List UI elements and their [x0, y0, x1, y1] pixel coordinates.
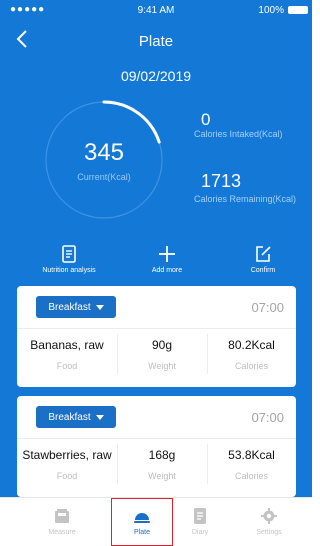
caret-down-icon	[95, 304, 104, 310]
food-calories: 80.2Kcal	[228, 338, 275, 352]
nutrition-analysis-label: Nutrition analysis	[42, 267, 96, 274]
food-weight: 90g	[151, 338, 173, 352]
meal-time[interactable]: 07:00	[251, 300, 284, 315]
date-display[interactable]: 09/02/2019	[0, 68, 312, 84]
calories-column: 80.2Kcal Calories	[207, 338, 296, 371]
confirm-label: Confirm	[250, 267, 276, 274]
tab-settings-label: Settings	[256, 529, 282, 536]
meal-type-dropdown[interactable]: Breakfast	[36, 406, 116, 428]
calories-remaining-label: Calories Remaining(Kcal)	[194, 194, 297, 204]
food-weight: 168g	[148, 448, 176, 462]
edit-icon	[256, 246, 271, 262]
food-calories: 53.8Kcal	[228, 448, 275, 462]
current-calories-label: Current(Kcal)	[77, 172, 131, 182]
tab-measure[interactable]: Measure	[31, 498, 93, 546]
meal-card[interactable]: Breakfast 07:00 Stawberries, raw Food 16…	[17, 396, 296, 497]
diary-icon	[194, 508, 206, 524]
food-column: Stawberries, raw Food	[17, 448, 117, 481]
meal-card[interactable]: Breakfast 07:00 Bananas, raw Food 90g We…	[17, 286, 296, 387]
add-more-label: Add more	[151, 267, 183, 274]
plus-icon	[159, 246, 175, 262]
meal-type-label: Breakfast	[48, 301, 91, 313]
document-icon	[62, 245, 76, 263]
nutrition-analysis-button[interactable]: Nutrition analysis	[24, 244, 114, 274]
tab-bar: Measure Plate Diary Settings	[0, 497, 312, 546]
caret-down-icon	[95, 414, 104, 420]
meal-time[interactable]: 07:00	[251, 410, 284, 425]
weight-label: Weight	[148, 471, 176, 481]
gear-icon	[261, 508, 277, 524]
food-column: Bananas, raw Food	[17, 338, 117, 371]
tab-measure-label: Measure	[48, 529, 76, 536]
weight-column: 168g Weight	[117, 448, 207, 481]
calories-intaked-value: 0	[201, 110, 211, 129]
divider	[17, 438, 296, 439]
plate-screen: ●●●●● 9:41 AM 100% Plate 09/02/2019 345 …	[0, 0, 312, 546]
scale-icon	[55, 509, 69, 523]
tab-diary[interactable]: Diary	[169, 498, 231, 546]
calories-remaining-value: 1713	[201, 171, 242, 191]
food-name: Bananas, raw	[30, 338, 104, 352]
battery-percent: 100%	[258, 5, 284, 16]
status-bar: ●●●●● 9:41 AM 100%	[0, 0, 312, 22]
calories-label: Calories	[234, 361, 268, 371]
tab-plate-label: Plate	[134, 529, 150, 536]
food-label: Food	[56, 471, 78, 481]
tab-diary-label: Diary	[191, 529, 209, 536]
add-more-button[interactable]: Add more	[122, 244, 212, 274]
divider	[17, 328, 296, 329]
weight-label: Weight	[148, 361, 176, 371]
battery-icon	[288, 6, 308, 14]
food-label: Food	[56, 361, 78, 371]
calories-column: 53.8Kcal Calories	[207, 448, 296, 481]
plate-icon	[134, 513, 150, 523]
weight-column: 90g Weight	[117, 338, 207, 371]
tab-settings[interactable]: Settings	[238, 498, 300, 546]
page-title: Plate	[138, 33, 174, 50]
food-name: Stawberries, raw	[22, 448, 112, 462]
calories-label: Calories	[234, 471, 268, 481]
confirm-button[interactable]: Confirm	[218, 244, 308, 274]
calorie-ring-progress	[102, 100, 161, 144]
tab-plate[interactable]: Plate	[111, 498, 173, 546]
meal-type-label: Breakfast	[48, 411, 91, 423]
current-calories-value: 345	[83, 139, 125, 166]
calories-intaked-label: Calories Intaked(Kcal)	[194, 129, 283, 139]
meal-type-dropdown[interactable]: Breakfast	[36, 296, 116, 318]
